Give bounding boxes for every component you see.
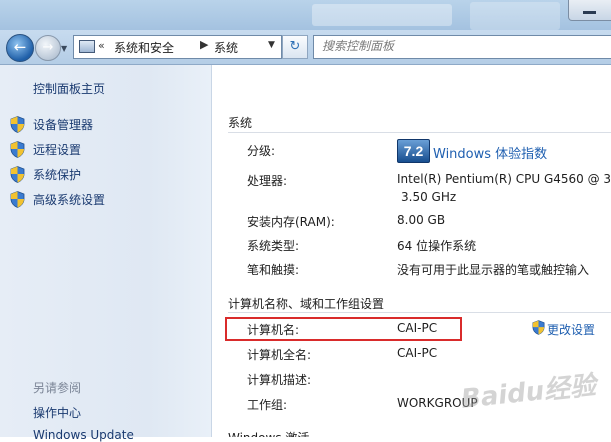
description-label: 计算机描述: [247,373,312,387]
section-divider [228,312,611,313]
overflow-chevron-icon[interactable]: « [98,39,105,52]
search-box[interactable] [313,35,611,59]
experience-index-badge[interactable]: 7.2 [397,139,430,163]
window-titlebar [0,0,611,30]
breadcrumb-system[interactable]: 系统 [214,39,238,56]
uac-shield-icon [10,116,25,133]
processor-value: Intel(R) Pentium(R) CPU G4560 @ 3.50GHz [397,172,611,186]
action-center-link[interactable]: 操作中心 [33,404,81,421]
sidebar-item-label: 设备管理器 [33,118,94,132]
control-panel-home-link[interactable]: 控制面板主页 [33,80,105,97]
forward-arrow-icon: → [42,40,54,55]
background-blur [312,4,452,26]
pen-touch-value: 没有可用于此显示器的笔或触控输入 [397,263,590,277]
system-type-label: 系统类型: [247,239,300,253]
change-settings-label: 更改设置 [547,323,596,337]
computer-name-value: CAI-PC [397,321,438,335]
main-content: 系统 分级: 7.2 Windows 体验指数 处理器: Intel(R) Pe… [212,65,611,437]
workgroup-label: 工作组: [247,398,288,412]
minimize-button[interactable] [568,0,611,21]
uac-shield-icon [10,191,25,208]
refresh-button[interactable]: ↻ [282,35,308,59]
refresh-icon: ↻ [289,39,301,54]
rating-label: 分级: [247,144,276,158]
pen-touch-label: 笔和触摸: [247,263,300,277]
sidebar-item-label: 远程设置 [33,143,82,157]
recent-pages-dropdown[interactable]: ▼ [61,44,67,53]
left-task-pane: 控制面板主页 设备管理器 远程设置 系统保护 高级系统设置 另请参阅 操作中心 … [0,65,212,442]
computer-name-section-title: 计算机名称、域和工作组设置 [228,297,385,311]
full-name-value: CAI-PC [397,346,438,360]
background-blur [470,2,560,30]
system-type-value: 64 位操作系统 [397,239,477,253]
section-divider [228,132,611,133]
see-also-heading: 另请参阅 [33,381,82,395]
back-arrow-icon: ← [13,38,27,56]
processor-speed-value: 3.50 GHz [401,190,457,204]
forward-button[interactable]: → [35,35,61,61]
activation-section-title: Windows 激活 [228,429,309,437]
baidu-watermark: Baidu经验 [459,370,598,415]
system-section-title: 系统 [228,116,253,130]
minimize-icon [583,11,596,14]
breadcrumb-system-security[interactable]: 系统和安全 [114,39,174,56]
ram-label: 安装内存(RAM): [247,215,335,229]
sidebar-item-label: 高级系统设置 [33,193,106,207]
uac-shield-icon [10,166,25,183]
uac-shield-icon [532,320,545,335]
sidebar-item-label: 系统保护 [33,168,82,182]
processor-label: 处理器: [247,174,288,188]
search-input[interactable] [314,36,611,56]
experience-index-link[interactable]: Windows 体验指数 [433,143,547,162]
full-name-label: 计算机全名: [247,348,312,362]
breadcrumb-separator-icon[interactable]: ▶ [200,38,208,51]
address-bar[interactable]: « 系统和安全 ▶ 系统 ▼ [73,35,282,59]
address-dropdown-icon[interactable]: ▼ [268,40,275,50]
windows-update-link[interactable]: Windows Update [33,428,134,442]
navigation-bar: ← → ▼ « 系统和安全 ▶ 系统 ▼ ↻ [0,30,611,65]
computer-name-label: 计算机名: [247,323,300,337]
control-panel-icon [79,40,95,53]
ram-value: 8.00 GB [397,213,446,227]
uac-shield-icon [10,141,25,158]
back-button[interactable]: ← [6,34,34,62]
